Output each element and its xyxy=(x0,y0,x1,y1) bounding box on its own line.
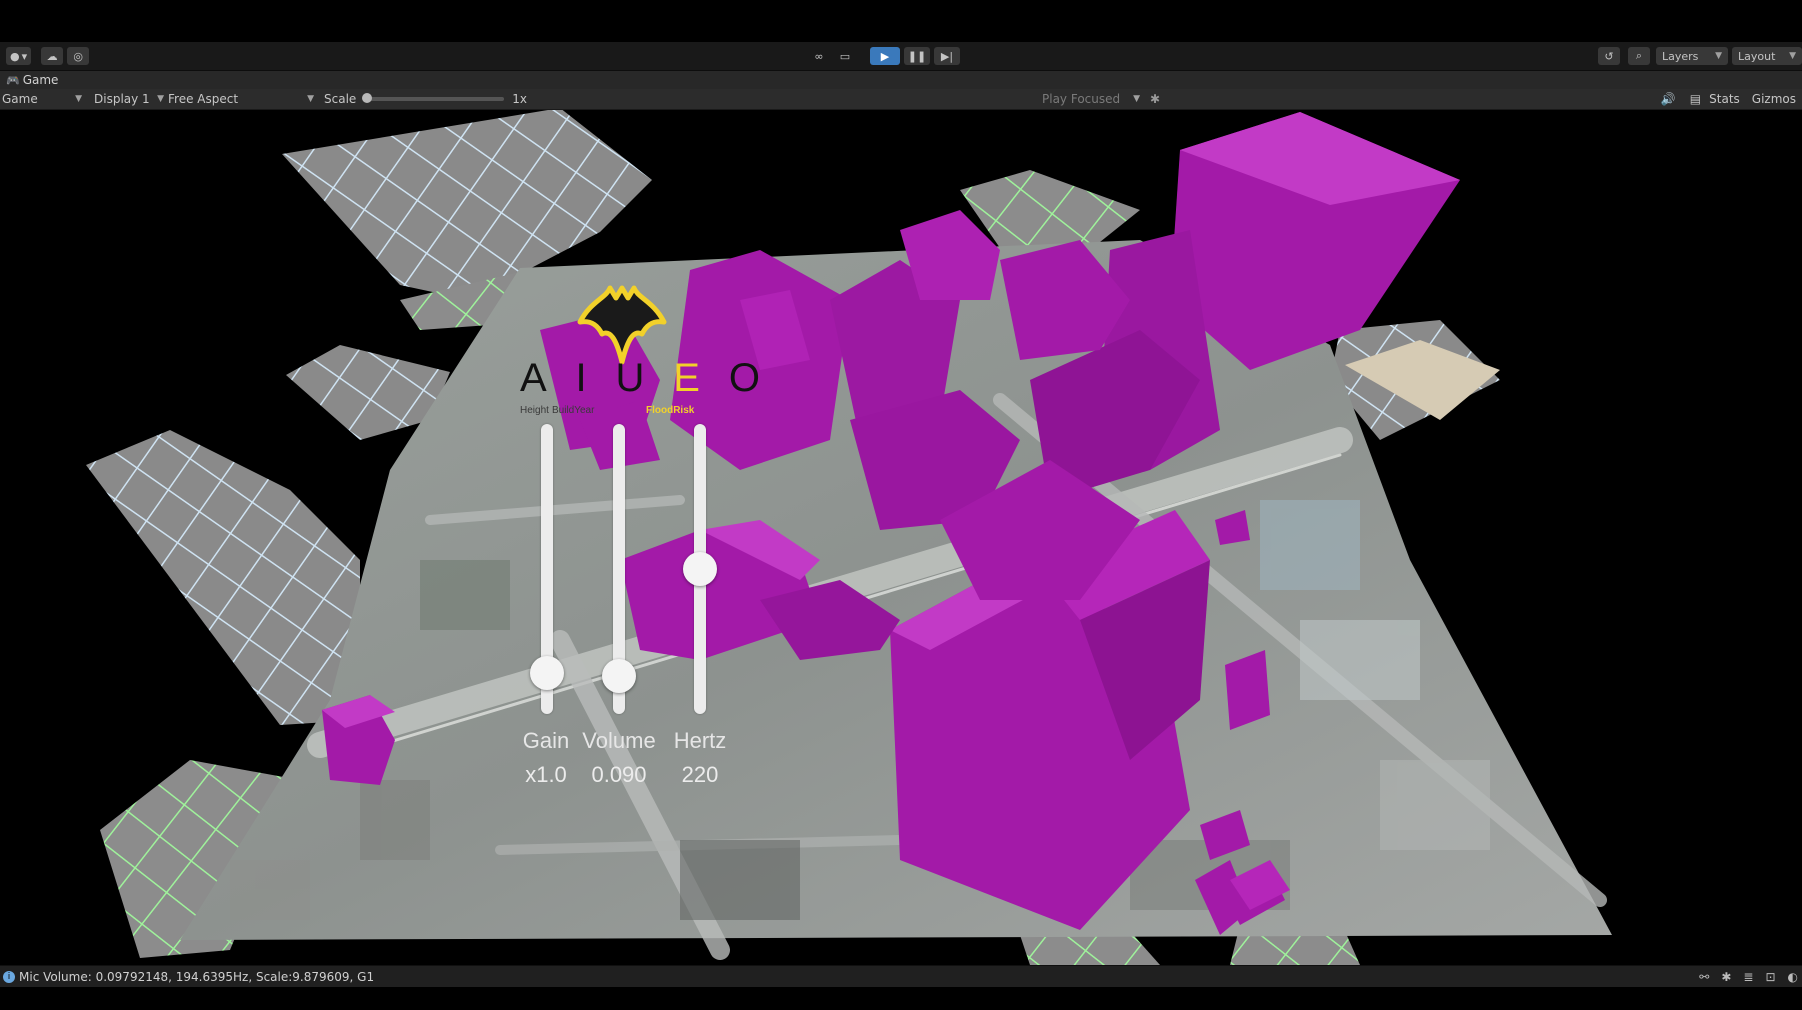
hertz-slider-knob[interactable] xyxy=(683,552,717,586)
vowel-selector: A I U E O xyxy=(520,356,760,401)
console-status-bar[interactable]: i Mic Volume: 0.09792148, 194.6395Hz, Sc… xyxy=(0,965,1802,988)
step-button[interactable]: ▶| xyxy=(934,47,960,65)
game-viewport[interactable]: A I U E O Height BuildYear FloodRisk Gai… xyxy=(0,110,1802,965)
bug-icon[interactable]: ✱ xyxy=(1721,970,1731,984)
database-icon[interactable]: ≣ xyxy=(1743,970,1753,984)
collab-button[interactable]: ◎ xyxy=(67,47,90,65)
display-label: Display 1 xyxy=(94,92,150,106)
target-icon[interactable]: ⊡ xyxy=(1765,970,1775,984)
vowel-captions: Height BuildYear FloodRisk xyxy=(520,405,760,416)
game-view-toolbar: Game ▼ Display 1 ▼ Free Aspect ▼ Scale 1… xyxy=(0,89,1802,110)
account-icon: ● xyxy=(10,49,20,63)
vowel-i[interactable]: I xyxy=(576,356,587,401)
stats-button[interactable]: Stats xyxy=(1709,92,1740,106)
circle-icon[interactable]: ◐ xyxy=(1788,970,1798,984)
caption-height: Height xyxy=(520,405,549,416)
toolbar-right: ↺ ⌕ Layers ▼ Layout ▼ xyxy=(1594,47,1802,65)
infinity-icon: ∞ xyxy=(814,49,824,63)
vowel-e[interactable]: E xyxy=(673,356,700,401)
account-dropdown[interactable]: ● ▾ xyxy=(6,47,32,65)
letterbox-top xyxy=(0,0,1802,42)
play-button[interactable]: ▶ xyxy=(870,47,900,65)
chevron-down-icon: ▼ xyxy=(1133,94,1140,104)
view-label: Game xyxy=(2,92,38,106)
hertz-value: 220 xyxy=(681,762,719,787)
layers-label: Layers xyxy=(1662,49,1699,63)
history-icon: ↺ xyxy=(1604,49,1614,63)
aspect-dropdown[interactable]: Free Aspect ▼ xyxy=(168,92,314,106)
play-focused-dropdown[interactable]: Play Focused ▼ xyxy=(1042,92,1140,106)
info-icon: i xyxy=(3,971,15,983)
tab-game-label: Game xyxy=(22,73,59,87)
network-icon[interactable]: ⚯ xyxy=(1699,970,1709,984)
stats-panel-icon: ▤ xyxy=(1689,92,1702,106)
play-focused-label: Play Focused xyxy=(1042,92,1121,106)
cloud-button[interactable]: ☁ xyxy=(41,47,64,65)
city-scene xyxy=(86,110,1612,965)
pause-button[interactable]: ❚❚ xyxy=(904,47,930,65)
chevron-down-icon: ▾ xyxy=(21,49,28,63)
vowel-a[interactable]: A xyxy=(520,356,547,401)
history-button[interactable]: ↺ xyxy=(1598,47,1620,65)
letterbox-bottom xyxy=(0,987,1802,1010)
search-button[interactable]: ⌕ xyxy=(1628,47,1650,65)
scale-slider[interactable] xyxy=(362,93,505,103)
screen-button[interactable]: ▭ xyxy=(834,47,856,65)
display-dropdown[interactable]: Display 1 ▼ xyxy=(94,92,164,106)
pause-icon: ❚❚ xyxy=(907,49,927,63)
bat-logo xyxy=(577,285,667,365)
view-dropdown[interactable]: Game ▼ xyxy=(2,92,82,106)
aspect-label: Free Aspect xyxy=(168,92,239,106)
search-icon: ⌕ xyxy=(1635,49,1643,62)
tab-game[interactable]: 🎮 Game xyxy=(6,73,58,87)
cloud-icon: ☁ xyxy=(46,49,58,63)
status-icons: ⚯ ✱ ≣ ⊡ ◐ xyxy=(1699,970,1798,984)
gizmos-button[interactable]: Gizmos xyxy=(1752,92,1796,106)
vowel-u[interactable]: U xyxy=(616,356,645,401)
caption-buildyear: BuildYear xyxy=(552,405,595,416)
main-toolbar: ● ▾ ☁ ◎ ∞ ▭ ▶ ❚❚ ▶| ↺ ⌕ Layers ▼ Layout … xyxy=(0,42,1802,71)
hertz-label: Hertz xyxy=(673,728,727,753)
gamebar-right: 🔊 ▤ Stats Gizmos xyxy=(1661,92,1796,106)
bug-icon[interactable]: ✱ xyxy=(1150,92,1160,106)
gamepad-icon: 🎮 xyxy=(6,73,20,87)
chevron-down-icon: ▼ xyxy=(75,94,82,104)
scale-control: Scale 1x xyxy=(324,92,527,106)
scale-value: 1x xyxy=(512,92,528,106)
screen-icon: ▭ xyxy=(839,49,851,63)
status-message: Mic Volume: 0.09792148, 194.6395Hz, Scal… xyxy=(19,970,375,984)
chevron-down-icon: ▼ xyxy=(157,94,164,104)
audio-icon[interactable]: 🔊 xyxy=(1661,92,1676,106)
layout-dropdown[interactable]: Layout ▼ xyxy=(1732,47,1802,65)
layers-dropdown[interactable]: Layers ▼ xyxy=(1656,47,1728,65)
chevron-down-icon: ▼ xyxy=(307,94,314,104)
caption-floodrisk: FloodRisk xyxy=(646,405,695,416)
vowel-o[interactable]: O xyxy=(729,356,760,401)
link-button[interactable]: ∞ xyxy=(808,47,830,65)
chevron-down-icon: ▼ xyxy=(1715,51,1722,61)
tab-bar: 🎮 Game xyxy=(0,71,1802,89)
play-icon: ▶ xyxy=(880,49,890,63)
playmode-controls: ∞ ▭ ▶ ❚❚ ▶| xyxy=(804,47,960,65)
step-icon: ▶| xyxy=(940,49,954,63)
scale-slider-knob[interactable] xyxy=(362,93,373,103)
chevron-down-icon: ▼ xyxy=(1789,51,1796,61)
layout-label: Layout xyxy=(1738,49,1776,63)
scale-label: Scale xyxy=(324,92,357,106)
target-icon: ◎ xyxy=(73,49,83,63)
